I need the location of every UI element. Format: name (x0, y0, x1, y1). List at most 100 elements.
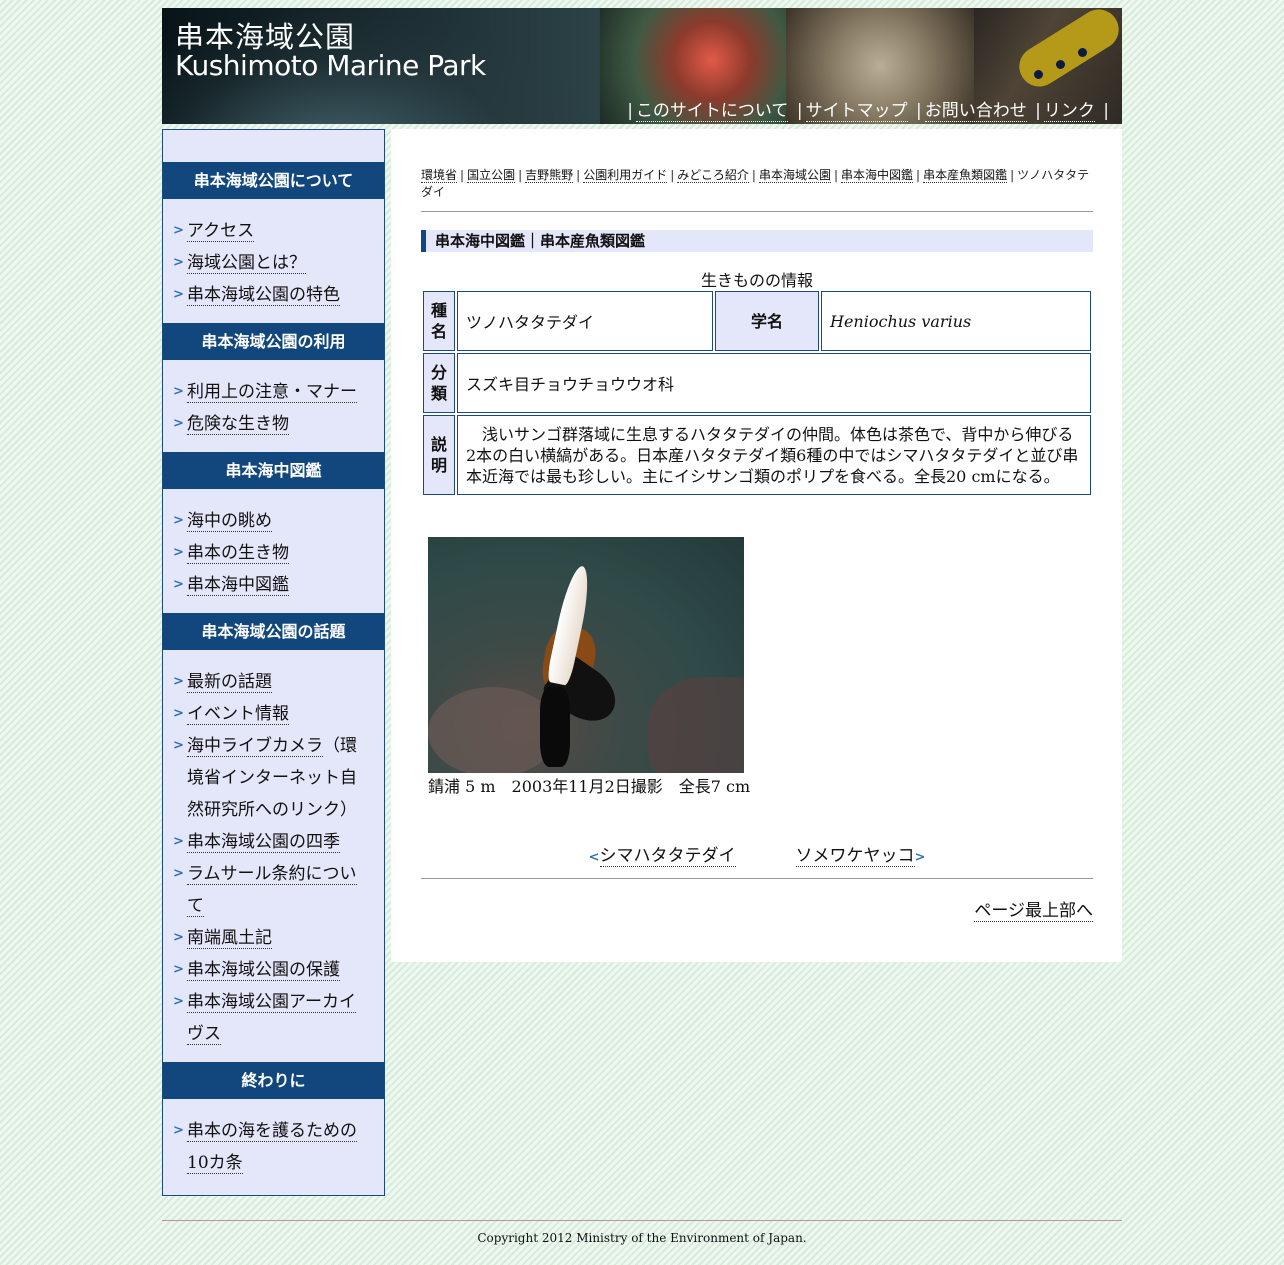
section-title: 串本海中図鑑｜串本産魚類図鑑 (421, 230, 1093, 252)
family-label: 分類 (423, 353, 455, 413)
fish-photo (428, 537, 744, 773)
chevron-right-icon: > (173, 545, 184, 560)
divider (421, 878, 1093, 879)
chevron-right-icon: > (173, 223, 184, 238)
info-table-caption: 生きものの情報 (700, 271, 813, 290)
family-value: スズキ目チョウチョウウオ科 (457, 353, 1091, 413)
breadcrumb-link[interactable]: 吉野熊野 (525, 168, 574, 183)
chevron-right-icon: > (173, 1123, 184, 1138)
sidebar-heading-usage: 串本海域公園の利用 (163, 323, 384, 360)
sidebar-link-protection[interactable]: 串本海域公園の保護 (187, 960, 340, 981)
sidebar-link-ten-rules[interactable]: 串本の海を護るための10カ条 (187, 1121, 357, 1174)
sidebar-item: > アクセス (173, 215, 370, 247)
nav-links-link[interactable]: リンク (1043, 101, 1095, 122)
sidebar-link-encyclopedia[interactable]: 串本海中図鑑 (187, 575, 289, 596)
sidebar-item: > 串本海域公園アーカイヴス (173, 986, 370, 1050)
sidebar-link-ramsar[interactable]: ラムサール条約について (187, 864, 357, 917)
chevron-right-icon: > (173, 962, 184, 977)
copyright: Copyright 2012 Ministry of the Environme… (477, 1231, 807, 1245)
nav-contact-link[interactable]: お問い合わせ (924, 101, 1027, 122)
table-row: 説明 浅いサンゴ群落域に生息するハタタテダイの仲間。体色は茶色で、背中から伸びる… (423, 415, 1091, 495)
breadcrumb-link[interactable]: 串本産魚類図鑑 (923, 168, 1008, 183)
sidebar-item: > 危険な生き物 (173, 408, 370, 440)
chevron-right-icon: > (173, 513, 184, 528)
description-value: 浅いサンゴ群落域に生息するハタタテダイの仲間。体色は茶色で、背中から伸びる2本の… (457, 415, 1091, 495)
sidebar-heading-guide: 串本海中図鑑 (163, 452, 384, 489)
sidebar-item: > イベント情報 (173, 698, 370, 730)
footer-divider (162, 1220, 1122, 1221)
sidebar-link-underwater-view[interactable]: 海中の眺め (187, 511, 272, 532)
chevron-right-icon: > (173, 674, 184, 689)
breadcrumb-link[interactable]: 国立公園 (467, 168, 516, 183)
table-row: 分類 スズキ目チョウチョウウオ科 (423, 353, 1091, 413)
prev-species-link[interactable]: シマハタタテダイ (599, 846, 736, 867)
scientific-name-label: 学名 (715, 291, 819, 351)
chevron-right-icon: > (173, 738, 184, 753)
breadcrumb-link[interactable]: 串本海中図鑑 (841, 168, 914, 183)
next-species-link[interactable]: ソメワケヤッコ (795, 846, 915, 867)
sidebar-item: > 利用上の注意・マナー (173, 376, 370, 408)
nav-about-link[interactable]: このサイトについて (635, 101, 789, 122)
chevron-right-icon: > (173, 994, 184, 1009)
sidebar-heading-about: 串本海域公園について (163, 162, 384, 199)
sidebar-list-usage: > 利用上の注意・マナー > 危険な生き物 (163, 360, 384, 452)
chevron-right-icon: > (173, 834, 184, 849)
table-row: 種名 ツノハタタテダイ 学名 Heniochus varius (423, 291, 1091, 351)
chevron-right-icon: > (914, 850, 926, 865)
sidebar-link-what-is[interactable]: 海域公園とは？ (187, 253, 306, 274)
breadcrumb-link[interactable]: 環境省 (421, 168, 458, 183)
divider (421, 211, 1093, 212)
species-info-table: 種名 ツノハタタテダイ 学名 Heniochus varius 分類 スズキ目チ… (421, 289, 1093, 497)
site-header: 串本海域公園 Kushimoto Marine Park | このサイトについて … (162, 8, 1122, 124)
sidebar-link-fudoki[interactable]: 南端風土記 (187, 928, 272, 949)
sidebar-item: > 海中ライブカメラ（環境省インターネット自然研究所へのリンク） (173, 730, 370, 826)
chevron-right-icon: > (173, 930, 184, 945)
header-nav: | このサイトについて | サイトマップ | お問い合わせ | リンク | (627, 101, 1109, 122)
sidebar-item: > ラムサール条約について (173, 858, 370, 922)
sidebar-item: > 串本の海を護るための10カ条 (173, 1115, 370, 1179)
breadcrumb-link[interactable]: 串本海域公園 (758, 168, 831, 183)
chevron-left-icon: < (588, 850, 600, 865)
back-to-top-link[interactable]: ページ最上部へ (974, 896, 1093, 922)
sidebar-link-access[interactable]: アクセス (187, 221, 255, 242)
sidebar-item: > 南端風土記 (173, 922, 370, 954)
sidebar: 串本海域公園について > アクセス > 海域公園とは？ > 串本海域公園の特色 串本海… (162, 129, 385, 1196)
sidebar-link-news[interactable]: 最新の話題 (187, 672, 272, 693)
sidebar-item: > 串本海域公園の特色 (173, 279, 370, 311)
sidebar-list-topics: > 最新の話題 > イベント情報 > 海中ライブカメラ（環境省インターネット自然研究所… (163, 650, 384, 1062)
chevron-right-icon: > (173, 384, 184, 399)
chevron-right-icon: > (173, 706, 184, 721)
chevron-right-icon: > (173, 866, 184, 881)
breadcrumb: 環境省 | 国立公園 | 吉野熊野 | 公園利用ガイド | みどころ紹介 | 串本海域公園 | 串本海中… (421, 168, 1090, 199)
chevron-right-icon: > (173, 287, 184, 302)
sidebar-item: > 串本海中図鑑 (173, 569, 370, 601)
scientific-name: Heniochus varius (821, 291, 1091, 351)
sidebar-link-manners[interactable]: 利用上の注意・マナー (187, 382, 357, 403)
sidebar-item: > 串本の生き物 (173, 537, 370, 569)
chevron-right-icon: > (173, 416, 184, 431)
sidebar-link-events[interactable]: イベント情報 (187, 704, 289, 725)
sidebar-item: > 串本海域公園の四季 (173, 826, 370, 858)
sidebar-link-features[interactable]: 串本海域公園の特色 (187, 285, 340, 306)
sidebar-item: > 串本海域公園の保護 (173, 954, 370, 986)
sidebar-item: > 最新の話題 (173, 666, 370, 698)
sidebar-link-archives[interactable]: 串本海域公園アーカイヴス (187, 992, 356, 1045)
sidebar-list-closing: > 串本の海を護るための10カ条 (163, 1099, 384, 1191)
sidebar-link-seasons[interactable]: 串本海域公園の四季 (187, 832, 340, 853)
breadcrumb-link[interactable]: 公園利用ガイド (583, 168, 668, 183)
nav-sitemap-link[interactable]: サイトマップ (805, 101, 908, 122)
species-name: ツノハタタテダイ (457, 291, 713, 351)
sidebar-link-creatures[interactable]: 串本の生き物 (187, 543, 289, 564)
main-content: 環境省 | 国立公園 | 吉野熊野 | 公園利用ガイド | みどころ紹介 | 串本海域公園 | 串本海中… (391, 129, 1122, 962)
sidebar-link-dangerous[interactable]: 危険な生き物 (187, 414, 289, 435)
species-label: 種名 (423, 291, 455, 351)
sidebar-item: > 海域公園とは？ (173, 247, 370, 279)
sidebar-item: > 海中の眺め (173, 505, 370, 537)
photo-caption: 錆浦 5 m 2003年11月2日撮影 全長7 cm (428, 777, 751, 796)
breadcrumb-link[interactable]: みどころ紹介 (677, 168, 749, 183)
chevron-right-icon: > (173, 255, 184, 270)
sidebar-link-live-camera[interactable]: 海中ライブカメラ (187, 736, 323, 757)
sidebar-list-about: > アクセス > 海域公園とは？ > 串本海域公園の特色 (163, 199, 384, 323)
chevron-right-icon: > (173, 577, 184, 592)
description-label: 説明 (423, 415, 455, 495)
